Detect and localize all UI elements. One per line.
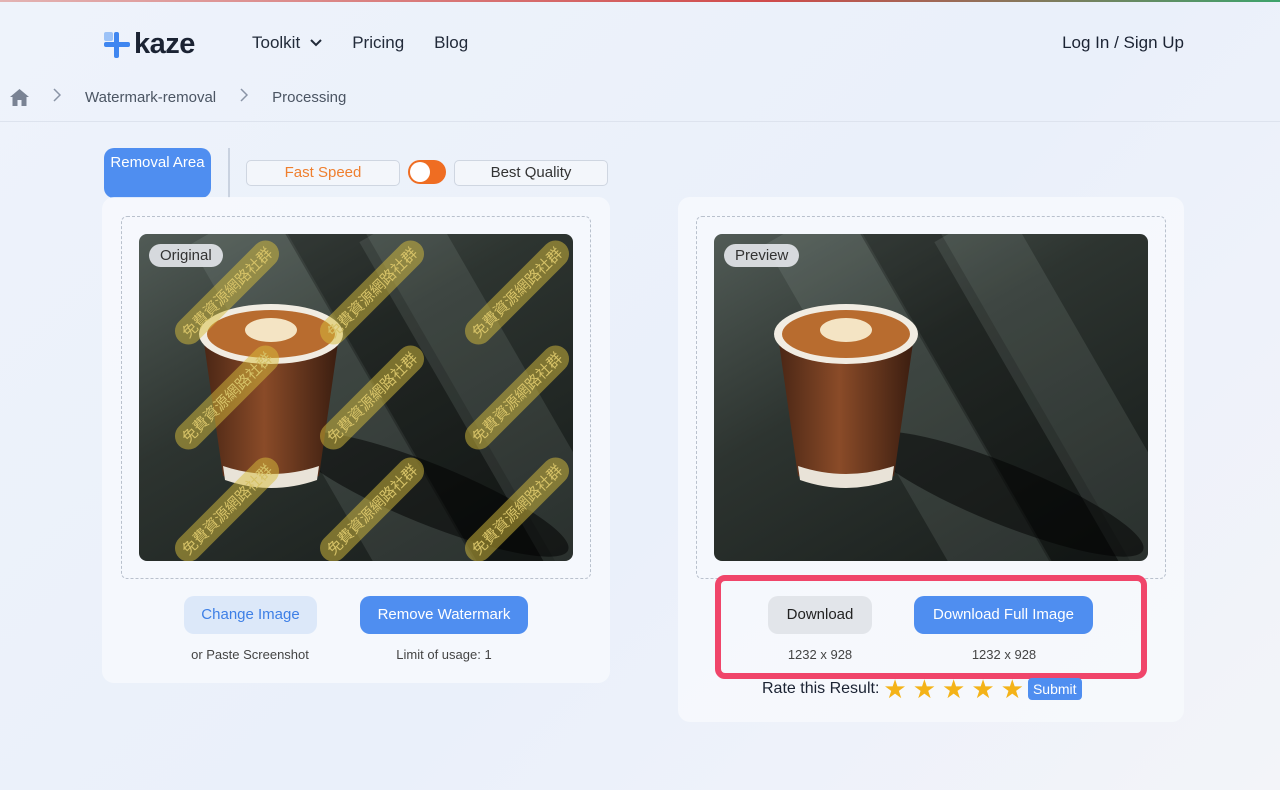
controls-divider	[228, 148, 230, 198]
fast-speed-button[interactable]: Fast Speed	[246, 160, 400, 186]
preview-image: Preview	[714, 234, 1148, 561]
download-full-image-button[interactable]: Download Full Image	[914, 596, 1093, 634]
top-accent-line	[0, 0, 1280, 2]
change-image-button[interactable]: Change Image	[184, 596, 317, 634]
chevron-down-icon	[310, 39, 322, 47]
toggle-knob	[410, 162, 430, 182]
main-nav: Toolkit Pricing Blog	[252, 33, 468, 53]
submit-rating-button[interactable]: Submit	[1027, 678, 1082, 700]
brand-name: kaze	[134, 28, 195, 60]
download-full-size: 1232 x 928	[971, 647, 1037, 662]
kaze-logo-icon	[104, 31, 130, 58]
breadcrumb-processing: Processing	[272, 88, 347, 106]
login-signup-link[interactable]: Log In / Sign Up	[1062, 33, 1184, 53]
original-badge: Original	[149, 244, 223, 267]
breadcrumb: Watermark-removal Processing	[10, 88, 346, 106]
star-icon[interactable]: ★	[942, 676, 965, 702]
preview-badge: Preview	[724, 244, 800, 267]
rating-stars: ★ ★ ★ ★ ★	[883, 676, 1024, 702]
chevron-right-icon	[240, 88, 249, 106]
speed-quality-toggle[interactable]	[408, 160, 446, 184]
rating-label: Rate this Result:	[762, 680, 880, 697]
nav-pricing[interactable]: Pricing	[352, 33, 404, 53]
nav-toolkit[interactable]: Toolkit	[252, 33, 322, 53]
best-quality-button[interactable]: Best Quality	[454, 160, 608, 186]
breadcrumb-watermark-removal[interactable]: Watermark-removal	[85, 89, 216, 106]
star-icon[interactable]: ★	[913, 676, 936, 702]
star-icon[interactable]: ★	[883, 676, 906, 702]
paste-screenshot-hint: or Paste Screenshot	[191, 647, 309, 662]
star-icon[interactable]: ★	[1001, 676, 1024, 702]
usage-limit-text: Limit of usage: 1	[396, 647, 492, 662]
nav-blog[interactable]: Blog	[434, 33, 468, 53]
removal-area-button[interactable]: Removal Area	[104, 148, 211, 198]
original-image: Original 免費資源網路社群 免費資源網路社群 免費資源網路社群 免費資源…	[139, 234, 573, 561]
home-icon[interactable]	[10, 88, 29, 106]
header-divider	[0, 121, 1280, 122]
brand-logo[interactable]: kaze	[104, 28, 195, 61]
coffee-cup-graphic	[774, 304, 918, 488]
download-button[interactable]: Download	[768, 596, 872, 634]
download-size: 1232 x 928	[787, 647, 853, 662]
nav-toolkit-label: Toolkit	[252, 33, 301, 52]
star-icon[interactable]: ★	[971, 676, 994, 702]
chevron-right-icon	[53, 88, 62, 106]
rating-row: Rate this Result: ★ ★ ★ ★ ★ Submit	[762, 676, 1082, 702]
remove-watermark-button[interactable]: Remove Watermark	[360, 596, 528, 634]
